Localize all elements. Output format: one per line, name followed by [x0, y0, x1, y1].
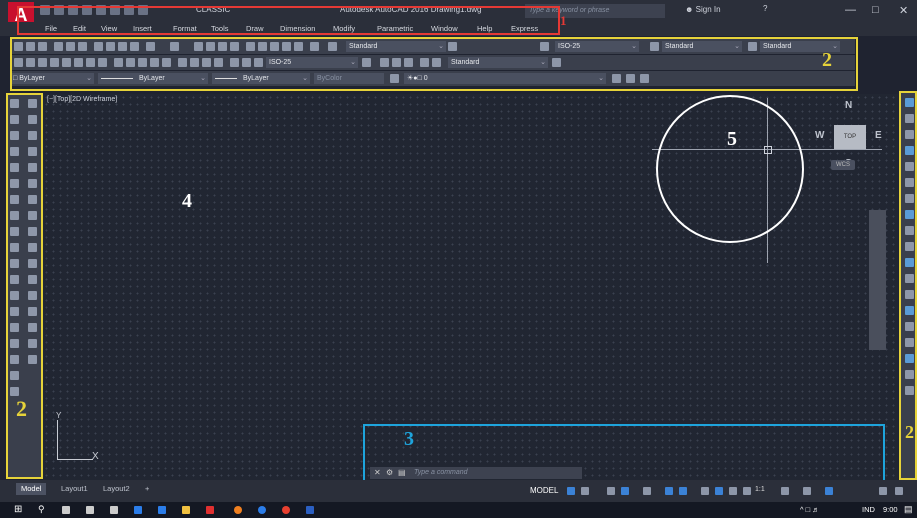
model-space-toggle[interactable]: MODEL	[530, 486, 558, 495]
word-icon[interactable]	[306, 506, 314, 514]
annotation-visibility-icon[interactable]	[715, 487, 723, 495]
annotation-box-2-top	[10, 37, 858, 91]
clock[interactable]: 9:00	[883, 505, 898, 514]
viewport-controls[interactable]: [−][Top][2D Wireframe]	[47, 96, 117, 103]
object-snap-tracking-icon[interactable]	[665, 487, 673, 495]
autocad-task-icon[interactable]	[206, 506, 214, 514]
windows-taskbar: ⊞ ⚲ ^ □ ♬ IND 9:00 ▤	[0, 502, 917, 518]
lineweight-icon[interactable]	[701, 487, 709, 495]
minimize-icon[interactable]: —	[845, 4, 856, 16]
sign-in-label: Sign In	[695, 5, 721, 14]
windows-start-icon[interactable]: ⊞	[14, 504, 22, 515]
annotation-label-4: 4	[182, 190, 192, 212]
sign-in-button[interactable]: ☻ Sign In	[685, 5, 721, 14]
customization-icon[interactable]	[895, 487, 903, 495]
notifications-icon[interactable]: ▤	[904, 504, 913, 515]
ucs-x-axis	[57, 459, 93, 460]
tab-model[interactable]: Model	[16, 483, 47, 495]
annotation-label-2: 2	[822, 49, 832, 71]
fullscreen-icon[interactable]	[879, 487, 887, 495]
language-indicator[interactable]: IND	[862, 505, 875, 514]
ortho-icon[interactable]	[607, 487, 615, 495]
annotation-label-1: 1	[560, 13, 567, 28]
add-layout-button[interactable]: +	[140, 483, 154, 495]
auto-scale-icon[interactable]	[729, 487, 737, 495]
ucs-y-axis	[57, 420, 58, 460]
store-bag-icon[interactable]	[110, 506, 118, 514]
workspace-gear-icon[interactable]	[781, 487, 789, 495]
window-controls: — □ ✕	[827, 0, 917, 22]
tab-layout1[interactable]: Layout1	[56, 483, 93, 495]
annotation-circle-5	[656, 95, 804, 243]
snap-icon[interactable]	[581, 487, 589, 495]
ucs-x-label: X	[92, 451, 99, 462]
app-icon-blue-2[interactable]	[158, 506, 166, 514]
viewcube-west[interactable]: W	[815, 130, 824, 141]
annotation-label-2-right: 2	[905, 422, 914, 442]
object-snap-icon[interactable]	[679, 487, 687, 495]
viewcube-top-face[interactable]: TOP	[834, 125, 866, 149]
help-button[interactable]: ?	[763, 4, 767, 13]
wcs-menu[interactable]: WCS	[831, 160, 855, 170]
annotation-label-5: 5	[727, 128, 737, 150]
grid-icon[interactable]	[567, 487, 575, 495]
annotation-monitor-icon[interactable]	[803, 487, 811, 495]
polar-icon[interactable]	[621, 487, 629, 495]
isolate-icon[interactable]	[825, 487, 833, 495]
app-icon-blue[interactable]	[134, 506, 142, 514]
viewcube[interactable]: N W E S TOP WCS	[812, 100, 892, 190]
ucs-y-label: Y	[56, 411, 62, 420]
scale-value[interactable]: 1:1	[755, 486, 765, 493]
annotation-label-3: 3	[404, 428, 414, 450]
close-icon[interactable]: ✕	[899, 4, 908, 17]
viewcube-east[interactable]: E	[875, 130, 882, 141]
status-bar: MODEL 1:1	[525, 484, 917, 500]
navigation-bar[interactable]	[869, 210, 886, 350]
task-view-icon[interactable]	[62, 506, 70, 514]
tab-layout2[interactable]: Layout2	[98, 483, 135, 495]
help-label: ?	[763, 4, 768, 13]
chrome-icon[interactable]	[282, 506, 290, 514]
annotation-label-2-left: 2	[16, 396, 27, 421]
tray-icons[interactable]: ^ □ ♬	[800, 505, 820, 514]
isodraft-icon[interactable]	[643, 487, 651, 495]
annotation-scale-icon[interactable]	[743, 487, 751, 495]
user-icon: ☻	[685, 5, 696, 14]
maximize-icon[interactable]: □	[872, 4, 879, 16]
viewcube-north[interactable]: N	[845, 100, 852, 111]
firefox-icon[interactable]	[234, 506, 242, 514]
annotation-box-1	[17, 6, 560, 35]
file-explorer-icon[interactable]	[182, 506, 190, 514]
search-icon[interactable]: ⚲	[38, 504, 45, 515]
edge-icon[interactable]	[258, 506, 266, 514]
store-icon[interactable]	[86, 506, 94, 514]
